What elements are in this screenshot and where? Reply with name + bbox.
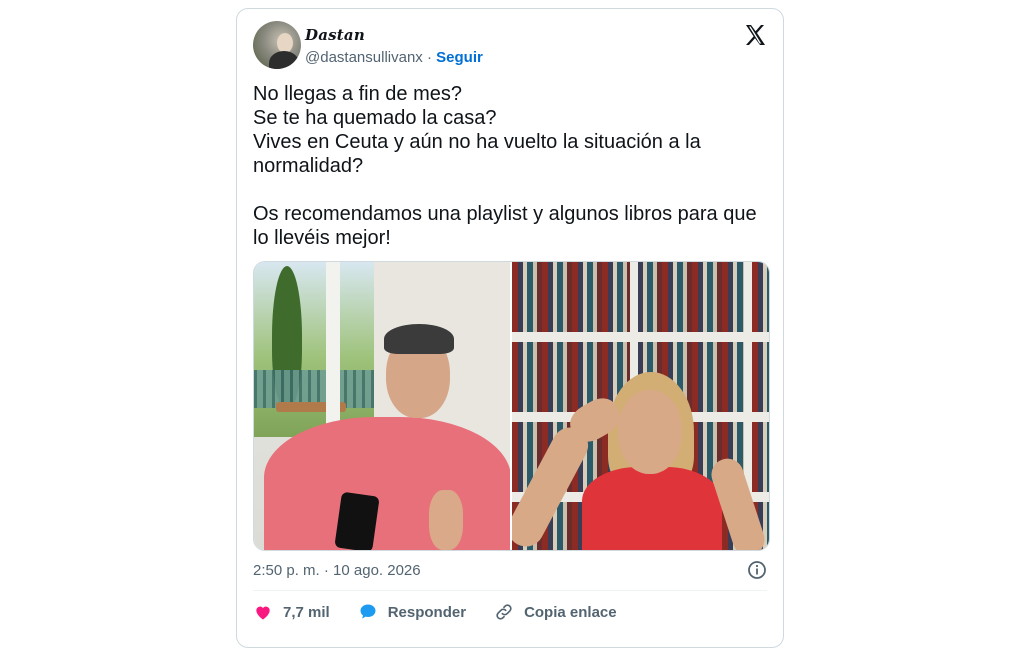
heart-icon	[256, 606, 270, 620]
info-icon[interactable]	[747, 560, 767, 580]
window-view	[254, 262, 374, 437]
shelf-board	[512, 332, 769, 342]
tweet-text: No llegas a fin de mes? Se te ha quemado…	[253, 82, 763, 250]
phone-illustration	[334, 491, 380, 550]
copy-link-button[interactable]: Copia enlace	[494, 602, 617, 622]
tweet-card: Dastan @dastansullivanx · Seguir No lleg…	[236, 8, 784, 648]
bookshelf-row	[512, 262, 769, 332]
action-bar: 7,7 mil Responder Copia enlace	[253, 599, 645, 625]
media-image[interactable]	[253, 261, 770, 551]
person-top	[582, 467, 722, 550]
tweet-line: Se te ha quemado la casa?	[253, 107, 497, 129]
copy-link-label: Copia enlace	[524, 603, 617, 621]
handle-separator: ·	[426, 49, 432, 66]
tweet-line: Os recomendamos una playlist y algunos l…	[253, 203, 757, 249]
x-logo-icon[interactable]	[743, 23, 767, 47]
avatar-body	[269, 51, 299, 69]
handle-row: @dastansullivanx · Seguir	[305, 49, 483, 66]
person-hair	[384, 324, 454, 354]
avatar[interactable]	[253, 21, 301, 69]
reply-label: Responder	[387, 603, 467, 621]
like-count: 7,7 mil	[283, 603, 330, 621]
video-panel-right	[512, 262, 769, 550]
like-button[interactable]: 7,7 mil	[253, 602, 330, 622]
video-panel-left	[254, 262, 510, 550]
link-icon	[496, 604, 512, 620]
display-name[interactable]: Dastan	[305, 26, 365, 44]
follow-button[interactable]: Seguir	[436, 49, 483, 66]
reply-bubble-icon	[360, 604, 376, 619]
reply-button[interactable]: Responder	[358, 602, 466, 622]
handle[interactable]: @dastansullivanx	[305, 49, 423, 66]
person-head	[618, 390, 682, 474]
timestamp[interactable]: 2:50 p. m. · 10 ago. 2026	[253, 562, 421, 579]
avatar-head	[277, 33, 293, 53]
tweet-line: Vives en Ceuta y aún no ha vuelto la sit…	[253, 131, 701, 177]
person-shirt	[264, 417, 510, 550]
tweet-line: No llegas a fin de mes?	[253, 83, 463, 105]
divider	[253, 590, 767, 591]
person-hand	[429, 490, 463, 550]
